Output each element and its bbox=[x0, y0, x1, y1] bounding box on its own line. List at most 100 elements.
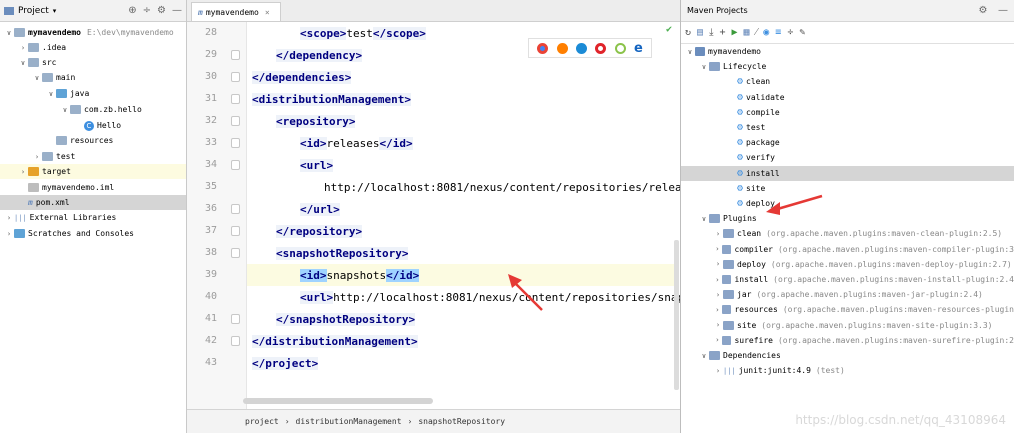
lifecycle-phase[interactable]: ⚙ install bbox=[681, 165, 1014, 181]
chevron-right-icon[interactable]: › bbox=[713, 230, 723, 238]
edge-icon[interactable]: e bbox=[634, 41, 643, 56]
plugin-item[interactable]: › deploy (org.apache.maven.plugins:maven-d… bbox=[681, 257, 1014, 272]
horizontal-scrollbar[interactable] bbox=[243, 398, 433, 404]
chrome-icon[interactable] bbox=[537, 42, 549, 54]
code-line[interactable]: <repository> bbox=[252, 110, 356, 132]
code-line[interactable]: <url> http://localhost:8081/nexus/content… bbox=[252, 286, 697, 308]
plugin-item[interactable]: › jar (org.apache.maven.plugins:maven-jar-… bbox=[681, 287, 1014, 302]
download-icon[interactable]: ⤓ bbox=[709, 27, 713, 38]
lifecycle-phase[interactable]: ⚙ test bbox=[681, 120, 1014, 135]
lifecycle-node[interactable]: ∨ Lifecycle bbox=[681, 59, 1014, 74]
code-line[interactable]: <id> releases </id> bbox=[252, 132, 413, 154]
fold-icon[interactable] bbox=[231, 248, 240, 258]
breadcrumb-item[interactable]: project bbox=[245, 417, 279, 426]
chevron-right-icon[interactable]: › bbox=[713, 276, 722, 284]
toggle-offline-icon[interactable]: ⁄ bbox=[756, 27, 758, 38]
chevron-right-icon[interactable]: › bbox=[713, 260, 723, 268]
code-line[interactable]: </repository> bbox=[252, 220, 363, 242]
fold-icon[interactable] bbox=[231, 72, 240, 82]
fold-icon[interactable] bbox=[231, 226, 240, 236]
ie-icon[interactable] bbox=[614, 42, 626, 54]
plugins-node[interactable]: ∨ Plugins bbox=[681, 211, 1014, 226]
chevron-down-icon[interactable]: ∨ bbox=[699, 215, 709, 223]
tree-item[interactable]: mymavendemo.iml bbox=[0, 180, 186, 195]
fold-icon[interactable] bbox=[231, 336, 240, 346]
minimize-icon[interactable]: — bbox=[172, 5, 182, 16]
skip-tests-icon[interactable]: ◉ bbox=[763, 27, 769, 38]
chevron-down-icon[interactable]: ∨ bbox=[4, 29, 14, 37]
code-line[interactable]: </distributionManagement> bbox=[252, 330, 418, 352]
lifecycle-phase[interactable]: ⚙ validate bbox=[681, 90, 1014, 105]
chevron-right-icon[interactable]: › bbox=[713, 336, 722, 344]
generate-sources-icon[interactable]: ▤ bbox=[697, 27, 703, 38]
fold-icon[interactable] bbox=[231, 50, 240, 60]
dependency-item[interactable]: › ||| junit:junit:4.9 (test) bbox=[681, 363, 1014, 378]
firefox-icon[interactable] bbox=[556, 42, 568, 54]
plugin-item[interactable]: › surefire (org.apache.maven.plugins:maven… bbox=[681, 333, 1014, 348]
wrench-icon[interactable]: ✎ bbox=[799, 27, 805, 38]
code-line[interactable]: </snapshotRepository> bbox=[252, 308, 416, 330]
lifecycle-phase[interactable]: ⚙ site bbox=[681, 181, 1014, 196]
fold-icon[interactable] bbox=[231, 204, 240, 214]
tree-item[interactable]: C Hello bbox=[0, 118, 186, 133]
fold-icon[interactable] bbox=[231, 94, 240, 104]
plugin-item[interactable]: › compiler (org.apache.maven.plugins:maven… bbox=[681, 242, 1014, 257]
code-line[interactable]: <distributionManagement> bbox=[252, 88, 411, 110]
fold-icon[interactable] bbox=[231, 116, 240, 126]
chevron-right-icon[interactable]: › bbox=[4, 230, 14, 238]
gear-icon[interactable]: ⚙ bbox=[157, 5, 166, 16]
lifecycle-phase[interactable]: ⚙ clean bbox=[681, 74, 1014, 89]
code-line[interactable]: <url> bbox=[252, 154, 334, 176]
plugin-item[interactable]: › resources (org.apache.maven.plugins:mave… bbox=[681, 302, 1014, 317]
chevron-down-icon[interactable]: ∨ bbox=[699, 352, 709, 360]
tree-item[interactable]: ∨ com.zb.hello bbox=[0, 102, 186, 117]
add-icon[interactable]: + bbox=[719, 27, 725, 38]
reimport-icon[interactable]: ↻ bbox=[685, 27, 691, 38]
tree-item[interactable]: ∨ src bbox=[0, 55, 186, 70]
lifecycle-phase[interactable]: ⚙ verify bbox=[681, 150, 1014, 165]
show-dependencies-icon[interactable]: ≡ bbox=[775, 27, 781, 38]
tree-item[interactable]: resources bbox=[0, 133, 186, 148]
execute-goal-icon[interactable]: ▦ bbox=[744, 27, 750, 38]
collapse-all-icon[interactable]: ÷ bbox=[787, 27, 793, 38]
collapse-icon[interactable]: ÷ bbox=[143, 5, 151, 16]
opera-icon[interactable] bbox=[595, 42, 607, 54]
code-line[interactable]: </url> bbox=[252, 198, 340, 220]
breadcrumb-item[interactable]: distributionManagement bbox=[296, 417, 402, 426]
code-line[interactable]: http://localhost:8081/nexus/content/repo… bbox=[252, 176, 695, 198]
tree-item[interactable]: ∨ mymavendemo E:\dev\mymavendemo bbox=[0, 25, 186, 40]
chevron-right-icon[interactable]: › bbox=[713, 306, 722, 314]
chevron-right-icon[interactable]: › bbox=[32, 153, 42, 161]
chevron-down-icon[interactable]: ∨ bbox=[699, 63, 709, 71]
fold-icon[interactable] bbox=[231, 314, 240, 324]
tree-item[interactable]: ∨ main bbox=[0, 70, 186, 85]
chevron-right-icon[interactable]: › bbox=[18, 168, 28, 176]
plugin-item[interactable]: › install (org.apache.maven.plugins:maven-… bbox=[681, 272, 1014, 287]
gear-icon[interactable]: ⚙ bbox=[978, 5, 987, 16]
plugin-item[interactable]: › site (org.apache.maven.plugins:maven-sit… bbox=[681, 318, 1014, 333]
code-line[interactable]: <id> snapshots </id> bbox=[247, 264, 675, 286]
vertical-scrollbar[interactable] bbox=[674, 240, 679, 390]
safari-icon[interactable] bbox=[575, 42, 587, 54]
code-line[interactable]: <scope> test </scope> bbox=[252, 22, 426, 44]
fold-icon[interactable] bbox=[231, 138, 240, 148]
chevron-down-icon[interactable]: ∨ bbox=[18, 59, 28, 67]
tree-item[interactable]: › Scratches and Consoles bbox=[0, 226, 186, 241]
chevron-right-icon[interactable]: › bbox=[713, 291, 723, 299]
tree-item[interactable]: › target bbox=[0, 164, 186, 179]
chevron-right-icon[interactable]: › bbox=[18, 44, 28, 52]
minimize-icon[interactable]: — bbox=[998, 5, 1008, 16]
chevron-down-icon[interactable]: ∨ bbox=[46, 90, 56, 98]
close-icon[interactable]: × bbox=[265, 8, 270, 17]
lifecycle-phase[interactable]: ⚙ package bbox=[681, 135, 1014, 150]
dependencies-node[interactable]: ∨ Dependencies bbox=[681, 348, 1014, 363]
tab-pom-xml[interactable]: m mymavendemo × bbox=[191, 2, 281, 21]
chevron-right-icon[interactable]: › bbox=[713, 367, 723, 375]
chevron-right-icon[interactable]: › bbox=[4, 214, 14, 222]
lifecycle-phase[interactable]: ⚙ compile bbox=[681, 105, 1014, 120]
code-line[interactable]: </project> bbox=[252, 352, 319, 374]
sync-icon[interactable]: ⊕ bbox=[128, 5, 136, 16]
chevron-down-icon[interactable]: ∨ bbox=[685, 48, 695, 56]
tree-item[interactable]: › test bbox=[0, 149, 186, 164]
tree-item[interactable]: m pom.xml bbox=[0, 195, 186, 210]
